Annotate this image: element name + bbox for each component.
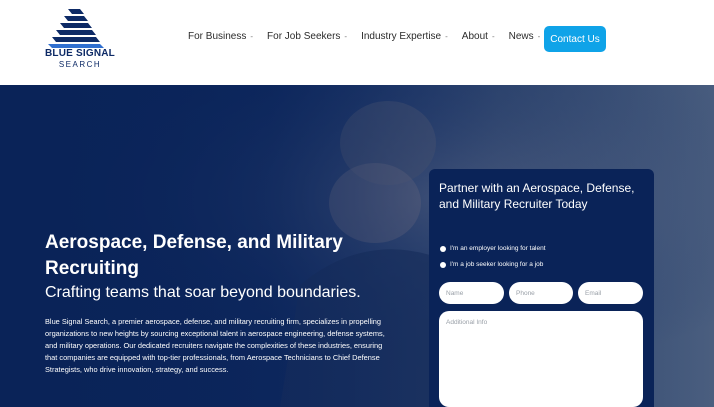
site-header: BLUE SIGNAL SEARCH For Business - For Jo… <box>0 0 714 85</box>
dropdown-caret-icon: - <box>445 32 448 41</box>
additional-info-field[interactable]: Additional Info <box>439 311 643 407</box>
dropdown-caret-icon: - <box>344 32 348 41</box>
nav-label: For Business <box>188 31 247 42</box>
name-field[interactable]: Name <box>439 282 504 304</box>
phone-field[interactable]: Phone <box>509 282 573 304</box>
logo-subtext: SEARCH <box>58 60 102 69</box>
radio-button-icon <box>440 261 446 268</box>
hero-description: Blue Signal Search, a premier aerospace,… <box>45 317 385 374</box>
logo-wordmark: BLUE SIGNAL <box>45 48 115 59</box>
nav-label: For Job Seekers <box>267 31 341 42</box>
blue-signal-logo[interactable]: BLUE SIGNAL SEARCH <box>40 8 120 72</box>
radio-button-icon <box>440 245 446 252</box>
dropdown-caret-icon: - <box>250 32 254 41</box>
radio-employer[interactable]: I'm an employer looking for talent <box>440 245 546 252</box>
nav-for-job-seekers[interactable]: For Job Seekers - <box>267 31 347 42</box>
dropdown-caret-icon: - <box>491 32 495 41</box>
email-field[interactable]: Email <box>578 282 643 304</box>
nav-industry-expertise[interactable]: Industry Expertise - <box>361 31 448 42</box>
radio-label: I'm an employer looking for talent <box>450 245 546 252</box>
logo-stripes-icon <box>48 9 104 48</box>
hero-subtitle: Crafting teams that soar beyond boundari… <box>45 284 361 301</box>
nav-label: About <box>461 31 488 42</box>
nav-news[interactable]: News - <box>509 31 541 42</box>
form-title: Partner with an Aerospace, Defense, and … <box>439 181 635 211</box>
nav-label: Industry Expertise <box>361 31 442 42</box>
nav-for-business[interactable]: For Business - <box>188 31 253 42</box>
radio-label: I'm a job seeker looking for a job <box>450 261 544 268</box>
nav-about[interactable]: About - <box>462 31 495 42</box>
nav-label: News <box>508 31 534 42</box>
main-nav: For Business - For Job Seekers - Industr… <box>188 31 554 42</box>
contact-us-button[interactable]: Contact Us <box>544 26 606 52</box>
dropdown-caret-icon: - <box>537 32 541 41</box>
radio-job-seeker[interactable]: I'm a job seeker looking for a job <box>440 261 543 268</box>
hero-title: Aerospace, Defense, and Military Recruit… <box>45 232 343 279</box>
